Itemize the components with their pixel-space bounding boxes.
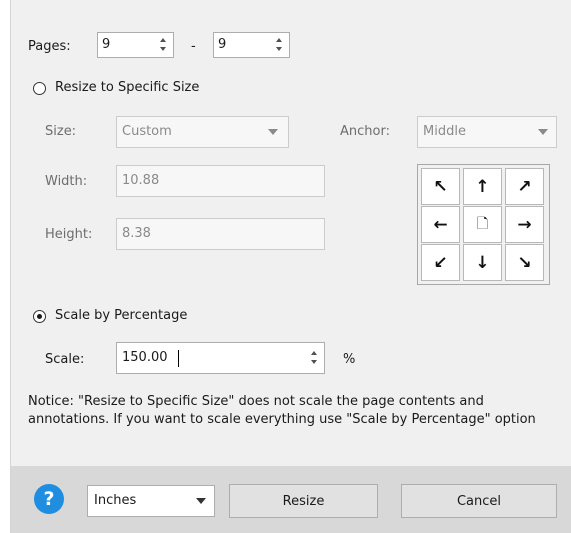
resize-button[interactable]: Resize [229,484,378,518]
chevron-down-icon [268,129,278,135]
help-icon[interactable]: ? [34,484,64,514]
anchor-grid: ↖ ↑ ↗ ← 🗋 → ↙ ↓ ↘ [417,164,550,285]
pages-to-value: 9 [218,37,227,52]
pages-label: Pages: [28,39,71,54]
height-value: 8.38 [122,226,151,241]
arrow-up-icon[interactable]: ↑ [463,168,502,205]
pages-from-value: 9 [102,37,111,52]
footer-bar: ? Inches Resize Cancel [11,466,571,533]
width-label: Width: [45,174,88,189]
scale-radio[interactable] [33,310,46,323]
height-label: Height: [45,227,93,242]
arrow-up-left-icon[interactable]: ↖ [421,168,460,205]
resize-pages-dialog: Pages: 9 - 9 Resize to Specific Size Siz… [10,0,571,533]
cancel-button[interactable]: Cancel [401,484,557,518]
arrow-right-icon[interactable]: → [505,206,544,243]
pages-to-spinner[interactable]: 9 [213,32,290,58]
anchor-label: Anchor: [340,124,390,139]
width-value: 10.88 [122,173,160,188]
size-select[interactable]: Custom [116,116,289,148]
pages-separator: - [191,39,196,54]
arrow-down-icon[interactable]: ↓ [463,244,502,281]
pages-from-spinner[interactable]: 9 [97,32,174,58]
arrow-left-icon[interactable]: ← [421,206,460,243]
resize-button-label: Resize [282,493,325,509]
spin-up-icon[interactable] [311,351,317,355]
width-input[interactable]: 10.88 [116,165,325,197]
cancel-button-label: Cancel [456,493,502,509]
resize-option-label[interactable]: Resize to Specific Size [55,78,199,98]
size-label: Size: [45,124,77,139]
anchor-select[interactable]: Middle [417,116,557,148]
arrow-down-left-icon[interactable]: ↙ [421,244,460,281]
resize-radio[interactable] [33,82,46,95]
scale-label: Scale: [45,352,85,367]
anchor-value: Middle [423,124,466,139]
spin-down-icon[interactable] [276,47,282,51]
notice-text: Notice: "Resize to Specific Size" does n… [28,394,536,427]
chevron-down-icon [196,498,206,504]
scale-spinner[interactable]: 150.00 [116,342,325,374]
size-value: Custom [122,124,172,139]
arrow-down-right-icon[interactable]: ↘ [505,244,544,281]
scale-unit: % [343,352,356,367]
scale-value[interactable]: 150.00 [122,349,168,367]
spin-up-icon[interactable] [160,38,166,42]
text-cursor [178,350,179,367]
spin-down-icon[interactable] [160,47,166,51]
spin-up-icon[interactable] [276,38,282,42]
spin-down-icon[interactable] [311,360,317,364]
units-select[interactable]: Inches [87,485,215,517]
units-value: Inches [94,493,137,508]
arrow-up-right-icon[interactable]: ↗ [505,168,544,205]
scale-option-label[interactable]: Scale by Percentage [55,306,187,326]
chevron-down-icon [538,129,548,135]
page-icon[interactable]: 🗋 [463,206,502,243]
height-input[interactable]: 8.38 [116,218,325,250]
